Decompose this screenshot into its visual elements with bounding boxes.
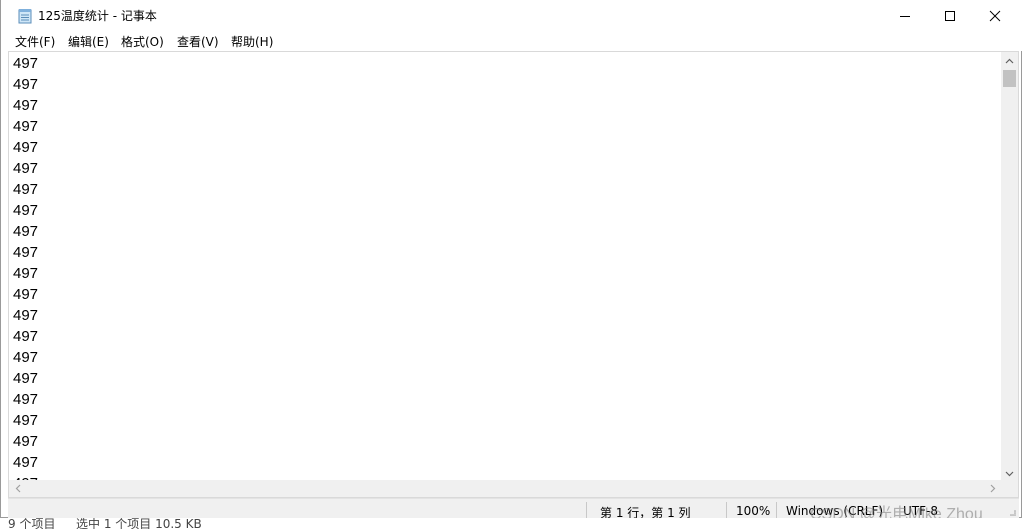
scroll-left-button[interactable] xyxy=(9,480,26,497)
text-line: 497 xyxy=(13,265,39,282)
explorer-status-strip: 9 个项目 选中 1 个项目 10.5 KB xyxy=(0,518,1025,529)
scroll-up-button[interactable] xyxy=(1001,52,1018,69)
text-line: 497 xyxy=(13,391,39,408)
maximize-button[interactable] xyxy=(927,0,973,31)
text-line: 497 xyxy=(13,76,39,93)
text-line: 497 xyxy=(13,202,39,219)
notepad-window: 125温度统计 - 记事本 文件(F) 编辑(E) 格式(O) 查看(V) 帮助… xyxy=(0,0,1022,522)
chevron-up-icon xyxy=(1005,58,1014,63)
zoom-level: 100% xyxy=(736,504,771,518)
text-line: 497 xyxy=(13,328,39,345)
minimize-icon xyxy=(900,15,910,17)
text-line: 497 xyxy=(13,454,39,471)
window-title: 125温度统计 - 记事本 xyxy=(38,9,157,23)
text-line: 497 xyxy=(13,370,39,387)
text-content[interactable]: 497 497 497 497 497 497 497 497 497 497 … xyxy=(13,53,38,494)
menu-help[interactable]: 帮助(H) xyxy=(231,33,273,50)
vertical-scrollbar[interactable] xyxy=(1001,52,1018,482)
menu-edit[interactable]: 编辑(E) xyxy=(68,33,109,50)
notepad-icon xyxy=(18,8,32,24)
minimize-button[interactable] xyxy=(882,0,928,31)
menu-format[interactable]: 格式(O) xyxy=(121,33,164,50)
vertical-scroll-thumb[interactable] xyxy=(1003,70,1016,87)
menu-file[interactable]: 文件(F) xyxy=(15,33,55,50)
text-line: 497 xyxy=(13,139,39,156)
horizontal-scrollbar[interactable] xyxy=(9,480,1001,497)
explorer-selection: 选中 1 个项目 10.5 KB xyxy=(76,518,202,529)
text-line: 497 xyxy=(13,412,39,429)
text-line: 497 xyxy=(13,223,39,240)
close-icon xyxy=(989,10,1001,21)
text-line: 497 xyxy=(13,286,39,303)
menu-view[interactable]: 查看(V) xyxy=(177,33,219,50)
text-line: 497 xyxy=(13,433,39,450)
text-line: 497 xyxy=(13,181,39,198)
explorer-item-count: 9 个项目 xyxy=(8,518,56,529)
text-line: 497 xyxy=(13,55,39,72)
text-editor[interactable]: 497 497 497 497 497 497 497 497 497 497 … xyxy=(8,51,1019,498)
scroll-right-button[interactable] xyxy=(984,480,1001,497)
maximize-icon xyxy=(945,10,955,21)
chevron-down-icon xyxy=(1005,471,1014,476)
menu-bar: 文件(F) 编辑(E) 格式(O) 查看(V) 帮助(H) xyxy=(1,31,1022,51)
scrollbar-corner xyxy=(1001,480,1018,497)
text-line: 497 xyxy=(13,118,39,135)
text-line: 497 xyxy=(13,307,39,324)
title-bar[interactable]: 125温度统计 - 记事本 xyxy=(1,0,1022,31)
chevron-left-icon xyxy=(15,484,20,493)
close-button[interactable] xyxy=(972,0,1018,31)
text-line: 497 xyxy=(13,160,39,177)
text-line: 497 xyxy=(13,349,39,366)
text-line: 497 xyxy=(13,97,39,114)
text-line: 497 xyxy=(13,244,39,261)
chevron-right-icon xyxy=(990,484,995,493)
